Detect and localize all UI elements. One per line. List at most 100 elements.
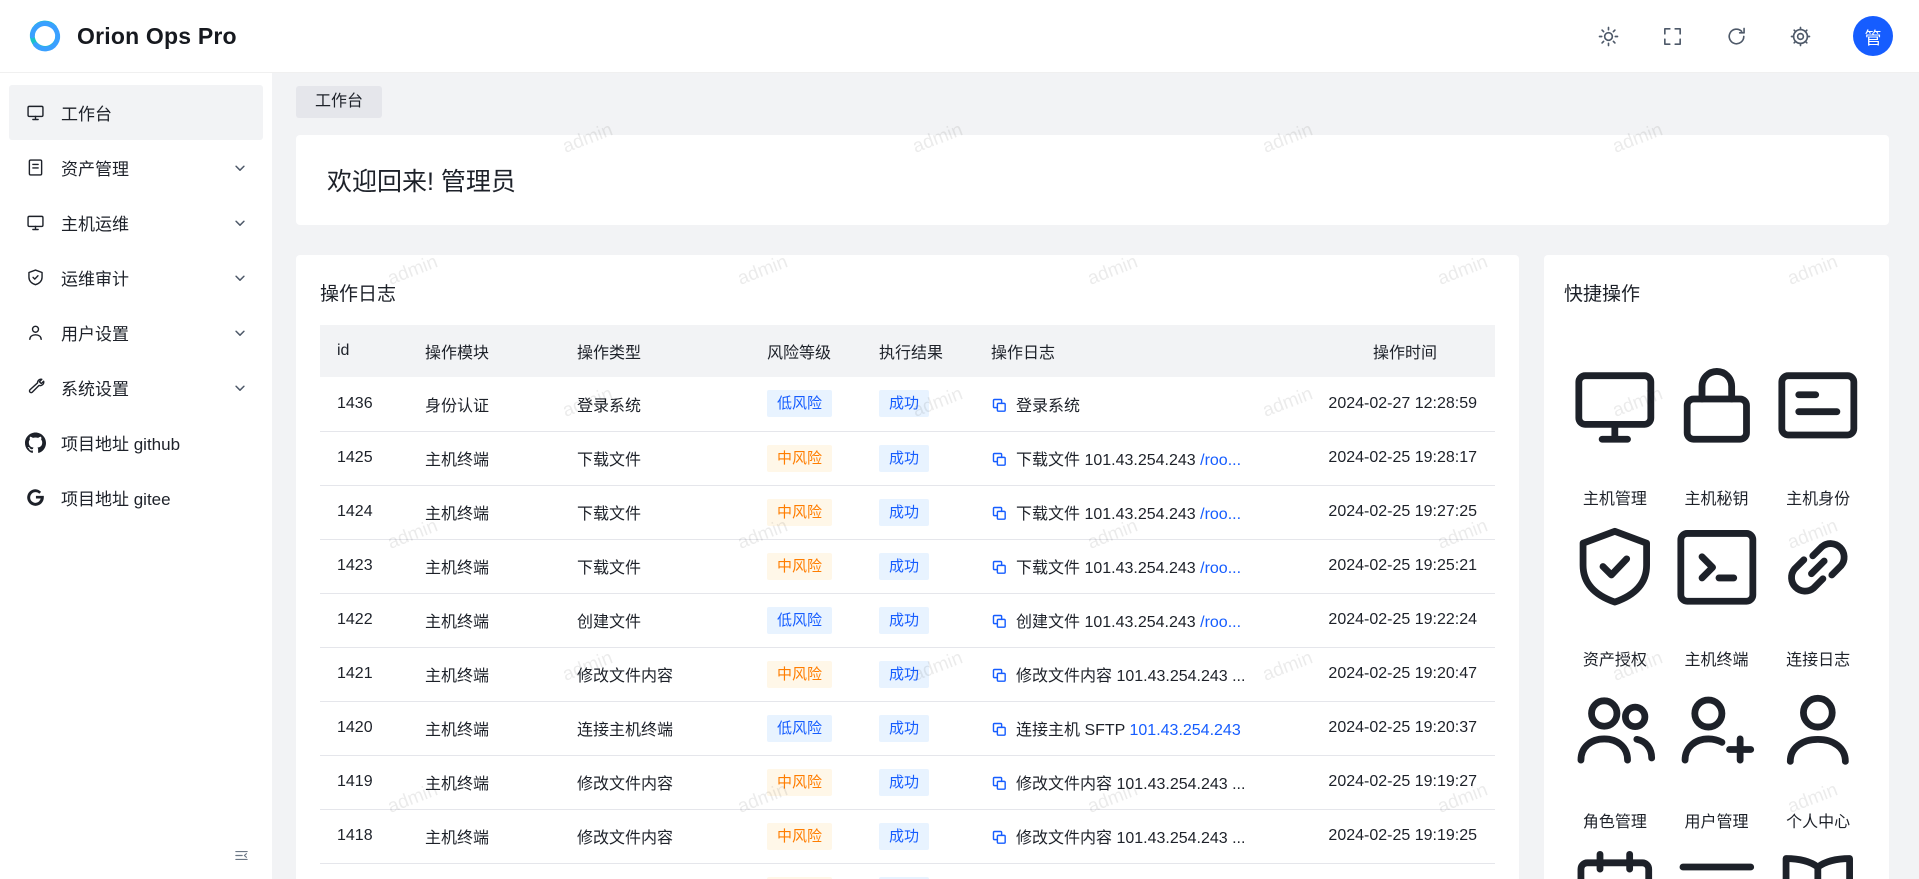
- copy-icon[interactable]: [991, 613, 1008, 630]
- table-row: 1420主机终端连接主机终端低风险成功连接主机 SFTP 101.43.254.…: [320, 701, 1495, 755]
- cell-time: 2024-02-25 19:25:21: [1293, 539, 1495, 593]
- log-text: 下载文件 101.43.254.243: [1016, 560, 1200, 577]
- cell-risk: 中风险: [750, 755, 862, 809]
- cell-result: 成功: [862, 701, 974, 755]
- cell-time: 2024-02-25 19:19:24: [1293, 863, 1495, 879]
- table-header-row: id 操作模块 操作类型 风险等级 执行结果 操作日志 操作时间: [320, 325, 1495, 377]
- copy-icon[interactable]: [991, 451, 1008, 468]
- theme-icon[interactable]: [1597, 25, 1620, 48]
- sidebar-item-asset-management[interactable]: 资产管理: [9, 140, 263, 195]
- tab-bar: 工作台: [296, 86, 1889, 118]
- quick-action-profile[interactable]: 个人中心: [1767, 635, 1869, 797]
- log-link[interactable]: /roo...: [1200, 452, 1241, 469]
- cell-module: 主机终端: [408, 809, 560, 863]
- cell-id: 1424: [320, 485, 408, 539]
- sidebar-item-github[interactable]: 项目地址 github: [9, 415, 263, 470]
- gitee-icon: [25, 487, 46, 508]
- log-link[interactable]: /roo...: [1200, 506, 1241, 523]
- log-text: 修改文件内容 101.43.254.243 ...: [1016, 776, 1245, 793]
- risk-badge: 低风险: [767, 390, 832, 417]
- table-row: 1436身份认证登录系统低风险成功登录系统2024-02-27 12:28:59: [320, 377, 1495, 431]
- lock-icon: [1666, 337, 1768, 474]
- cell-time: 2024-02-25 19:19:25: [1293, 809, 1495, 863]
- copy-icon[interactable]: [991, 721, 1008, 738]
- sidebar-item-label: 运维审计: [61, 265, 129, 290]
- cell-type: 下载文件: [560, 485, 750, 539]
- sidebar: 工作台 资产管理 主机运维 运维审计 用户设置: [0, 73, 272, 879]
- cell-time: 2024-02-25 19:27:25: [1293, 485, 1495, 539]
- logo-icon: [26, 17, 64, 55]
- cell-id: 1425: [320, 431, 408, 485]
- risk-badge: 中风险: [767, 445, 832, 472]
- copy-icon[interactable]: [991, 559, 1008, 576]
- risk-badge: 中风险: [767, 499, 832, 526]
- quick-action-user-manage[interactable]: 用户管理: [1666, 635, 1768, 797]
- copy-icon[interactable]: [991, 667, 1008, 684]
- cell-module: 主机终端: [408, 593, 560, 647]
- quick-action-host-manage[interactable]: 主机管理: [1564, 312, 1666, 474]
- log-link[interactable]: /roo...: [1200, 614, 1241, 631]
- cell-risk: 中风险: [750, 647, 862, 701]
- copy-icon[interactable]: [991, 505, 1008, 522]
- cell-time: 2024-02-25 19:20:47: [1293, 647, 1495, 701]
- main-content: adminadminadminadminadminadminadminadmin…: [272, 73, 1919, 879]
- cell-type: 创建文件: [560, 593, 750, 647]
- quick-action-asset-grant[interactable]: 资产授权: [1564, 474, 1666, 636]
- cell-type: 下载文件: [560, 431, 750, 485]
- log-link[interactable]: /roo...: [1200, 560, 1241, 577]
- tab-workbench[interactable]: 工作台: [296, 86, 382, 118]
- result-badge: 成功: [879, 715, 929, 742]
- operation-log-card: 操作日志 id 操作模块 操作类型 风险等级 执行结果 操作日志: [296, 255, 1519, 879]
- quick-action-operation-log[interactable]: 操作日志: [1564, 797, 1666, 879]
- result-badge: 成功: [879, 445, 929, 472]
- col-type: 操作类型: [560, 325, 750, 377]
- quick-action-host-identity[interactable]: 主机身份: [1767, 312, 1869, 474]
- terminal-icon: [1666, 499, 1768, 636]
- sidebar-item-gitee[interactable]: 项目地址 gitee: [9, 470, 263, 525]
- sidebar-item-system-settings[interactable]: 系统设置: [9, 360, 263, 415]
- app-title: Orion Ops Pro: [77, 23, 237, 50]
- cell-type: 修改文件内容: [560, 809, 750, 863]
- col-time: 操作时间: [1293, 325, 1495, 377]
- quick-action-connect-log[interactable]: 连接日志: [1767, 474, 1869, 636]
- sidebar-item-host-ops[interactable]: 主机运维: [9, 195, 263, 250]
- sidebar-item-ops-audit[interactable]: 运维审计: [9, 250, 263, 305]
- cell-time: 2024-02-25 19:28:17: [1293, 431, 1495, 485]
- col-result: 执行结果: [862, 325, 974, 377]
- copy-icon[interactable]: [991, 397, 1008, 414]
- cell-risk: 中风险: [750, 863, 862, 879]
- cell-module: 主机终端: [408, 431, 560, 485]
- col-log: 操作日志: [974, 325, 1293, 377]
- header-actions: 管: [1597, 16, 1893, 56]
- cell-result: 成功: [862, 809, 974, 863]
- table-row: 1421主机终端修改文件内容中风险成功修改文件内容 101.43.254.243…: [320, 647, 1495, 701]
- quick-action-data-dict[interactable]: 数据字典: [1767, 797, 1869, 879]
- cell-result: 成功: [862, 647, 974, 701]
- cell-id: 1436: [320, 377, 408, 431]
- quick-actions-grid: 主机管理 主机秘钥 主机身份 资产授权: [1564, 312, 1869, 879]
- cell-log: 登录系统: [974, 377, 1293, 431]
- book-icon: [1767, 822, 1869, 879]
- sidebar-item-workbench[interactable]: 工作台: [9, 85, 263, 140]
- cell-id: 1419: [320, 755, 408, 809]
- quick-action-system-menu[interactable]: 系统菜单: [1666, 797, 1768, 879]
- quick-action-role-manage[interactable]: 角色管理: [1564, 635, 1666, 797]
- log-link[interactable]: 101.43.254.243: [1130, 722, 1241, 739]
- host-icon: [25, 212, 46, 233]
- col-module: 操作模块: [408, 325, 560, 377]
- refresh-icon[interactable]: [1725, 25, 1748, 48]
- avatar[interactable]: 管: [1853, 16, 1893, 56]
- sidebar-item-user-settings[interactable]: 用户设置: [9, 305, 263, 360]
- menu-fold-icon[interactable]: [233, 847, 250, 864]
- app-logo: Orion Ops Pro: [26, 17, 237, 55]
- quick-action-host-terminal[interactable]: 主机终端: [1666, 474, 1768, 636]
- quick-action-host-key[interactable]: 主机秘钥: [1666, 312, 1768, 474]
- copy-icon[interactable]: [991, 829, 1008, 846]
- copy-icon[interactable]: [991, 775, 1008, 792]
- fullscreen-icon[interactable]: [1661, 25, 1684, 48]
- cell-result: 成功: [862, 485, 974, 539]
- cell-risk: 低风险: [750, 377, 862, 431]
- settings-gear-icon[interactable]: [1789, 25, 1812, 48]
- cell-module: 主机终端: [408, 539, 560, 593]
- log-text: 下载文件 101.43.254.243: [1016, 452, 1200, 469]
